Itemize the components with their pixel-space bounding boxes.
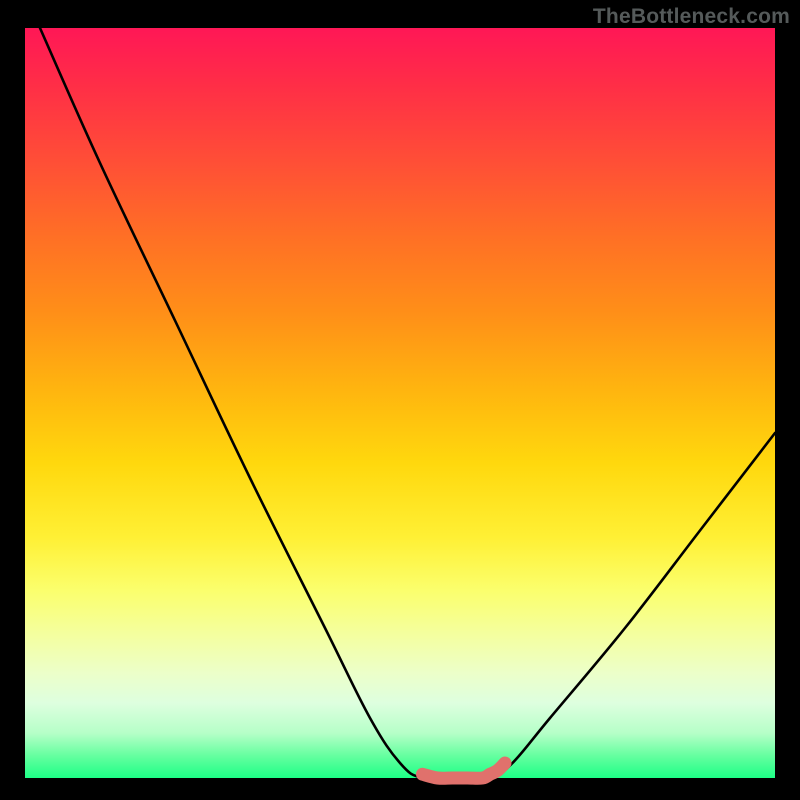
plot-area [25,28,775,778]
flat-highlight-path [423,763,506,778]
curve-svg [25,28,775,778]
chart-frame: TheBottleneck.com [0,0,800,800]
main-curve-path [40,28,775,779]
watermark-label: TheBottleneck.com [593,5,790,29]
